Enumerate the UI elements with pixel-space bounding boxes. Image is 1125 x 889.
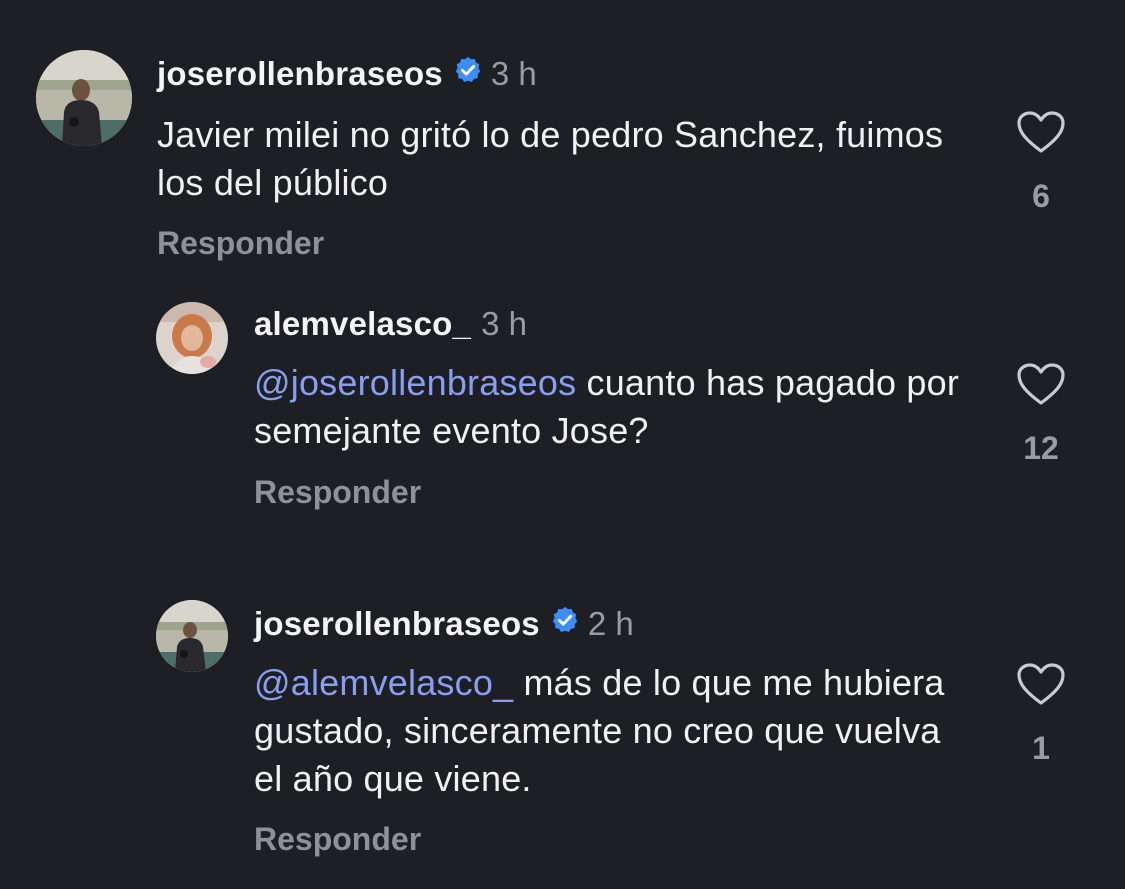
heart-icon[interactable]: [1016, 362, 1066, 406]
avatar[interactable]: [156, 302, 228, 374]
comment-text: @alemvelasco_ más de lo que me hubiera g…: [254, 659, 954, 803]
timestamp: 3 h: [490, 55, 537, 92]
like-count: 1: [1032, 730, 1050, 766]
verified-badge-icon: [550, 604, 580, 644]
like-count: 6: [1032, 178, 1050, 214]
comment-header: alemvelasco_ 3 h: [254, 304, 527, 344]
like-control: 1: [1011, 662, 1071, 767]
username[interactable]: joserollenbraseos: [157, 54, 443, 94]
comment-text: @joserollenbraseos cuanto has pagado por…: [254, 359, 984, 455]
reply-button[interactable]: Responder: [254, 819, 421, 859]
mention-link[interactable]: @alemvelasco_: [254, 662, 513, 703]
man-photo-avatar: [36, 50, 132, 146]
avatar[interactable]: [36, 50, 132, 146]
verified-badge-icon: [453, 54, 483, 94]
man-photo-avatar: [156, 600, 228, 672]
like-count: 12: [1023, 430, 1059, 466]
timestamp: 2 h: [587, 605, 634, 642]
comment-reply: joserollenbraseos 2 h @alemvelasco_ más …: [0, 580, 1125, 889]
like-control: 12: [1011, 362, 1071, 467]
reply-button[interactable]: Responder: [254, 472, 421, 512]
username[interactable]: joserollenbraseos: [254, 604, 540, 644]
comment-header: joserollenbraseos 2 h: [254, 604, 634, 644]
heart-icon[interactable]: [1016, 110, 1066, 154]
mention-link[interactable]: @joserollenbraseos: [254, 362, 576, 403]
like-control: 6: [1011, 110, 1071, 215]
comment-body: Javier milei no gritó lo de pedro Sanche…: [157, 114, 944, 203]
timestamp: 3 h: [481, 305, 527, 342]
comment: joserollenbraseos 3 h Javier milei no gr…: [0, 0, 1125, 280]
avatar[interactable]: [156, 600, 228, 672]
comment-reply: alemvelasco_ 3 h @joserollenbraseos cuan…: [0, 280, 1125, 550]
comment-text: Javier milei no gritó lo de pedro Sanche…: [157, 111, 977, 207]
comment-header: joserollenbraseos 3 h: [157, 54, 537, 94]
username[interactable]: alemvelasco_: [254, 304, 471, 344]
woman-photo-avatar: [156, 302, 228, 374]
heart-icon[interactable]: [1016, 662, 1066, 706]
reply-button[interactable]: Responder: [157, 223, 324, 263]
